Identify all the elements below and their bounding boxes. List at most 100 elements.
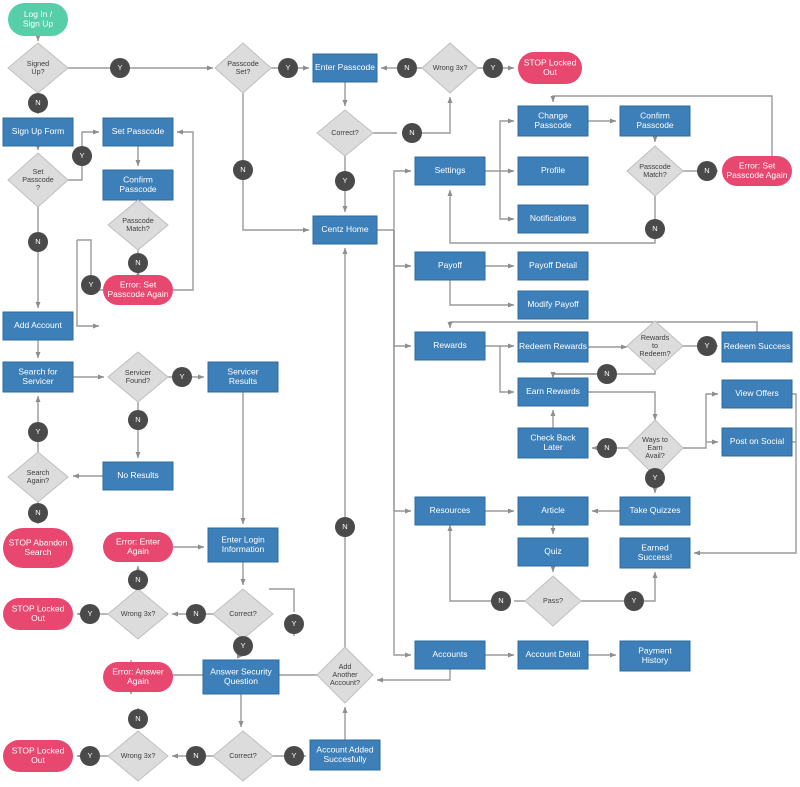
connector-n-c28: N bbox=[645, 219, 665, 239]
node-decision-n7[interactable]: Passcode Match? bbox=[107, 199, 169, 251]
node-decision-n31[interactable]: Wrong 3x? bbox=[421, 42, 479, 94]
node-process-n13[interactable]: No Results bbox=[102, 461, 174, 491]
node-process-n50[interactable]: Check Back Later bbox=[517, 427, 589, 459]
node-decision-n27[interactable]: Add Another Account? bbox=[316, 646, 374, 704]
connector-y-c34: Y bbox=[624, 591, 644, 611]
node-decision-n37[interactable]: Passcode Match? bbox=[626, 145, 684, 197]
node-stop-n17[interactable]: Error: Enter Again bbox=[103, 532, 173, 562]
node-stop-n32[interactable]: STOP Locked Out bbox=[518, 52, 582, 84]
svg-text:Wrong 3x?: Wrong 3x? bbox=[121, 609, 156, 618]
svg-text:Redeem Success: Redeem Success bbox=[724, 341, 791, 351]
node-process-n21[interactable]: Answer Security Question bbox=[202, 659, 280, 695]
svg-text:PaymentHistory: Payment History bbox=[638, 646, 672, 666]
node-process-n16[interactable]: Enter Login Information bbox=[207, 527, 279, 563]
connector-layer: Y N Y N N Y Y N Y N N N Y Y N N Y Y Y N Y N N Y N Y N N Y N N Y N Y bbox=[28, 58, 717, 766]
node-stop-n20[interactable]: STOP Locked Out bbox=[3, 598, 73, 630]
node-process-n36[interactable]: Confirm Passcode bbox=[619, 105, 691, 137]
node-process-n5[interactable]: Set Passcode bbox=[102, 117, 174, 147]
svg-text:N: N bbox=[404, 63, 409, 72]
node-process-n52[interactable]: Post on Social bbox=[721, 427, 793, 457]
node-stop-n15[interactable]: STOP Abandon Search bbox=[3, 528, 73, 568]
node-decision-n30[interactable]: Correct? bbox=[316, 109, 374, 157]
svg-text:N: N bbox=[135, 714, 140, 723]
node-process-n51[interactable]: View Offers bbox=[721, 379, 793, 409]
node-process-n57[interactable]: Earned Success! bbox=[619, 537, 691, 569]
node-decision-n49[interactable]: Ways to Earn Avail? bbox=[626, 419, 684, 477]
connector-y-c18: Y bbox=[284, 746, 304, 766]
node-process-n44[interactable]: Rewards bbox=[414, 331, 486, 361]
node-stop-n8[interactable]: Error: Set Passcode Again bbox=[103, 275, 173, 305]
node-process-n43[interactable]: Modify Payoff bbox=[517, 290, 589, 320]
node-process-n33[interactable]: Centz Home bbox=[312, 215, 378, 245]
node-decision-n4[interactable]: Set Passcode? bbox=[7, 152, 69, 208]
node-process-n48[interactable]: Earn Rewards bbox=[517, 377, 589, 407]
connector-n-c22: N bbox=[233, 160, 253, 180]
svg-text:Y: Y bbox=[179, 372, 184, 381]
svg-text:Y: Y bbox=[35, 427, 40, 436]
node-process-n56[interactable]: Quiz bbox=[517, 537, 589, 567]
node-process-n45[interactable]: Redeem Rewards bbox=[517, 331, 589, 363]
node-process-n47[interactable]: Redeem Success bbox=[721, 331, 793, 363]
node-process-n3[interactable]: Sign Up Form bbox=[2, 117, 74, 147]
node-decision-n18[interactable]: Correct? bbox=[212, 588, 274, 640]
svg-text:N: N bbox=[342, 522, 347, 531]
svg-text:Centz Home: Centz Home bbox=[321, 224, 369, 234]
node-process-n26[interactable]: Account Added Succesfully bbox=[309, 739, 381, 771]
node-decision-n28[interactable]: Passcode Set? bbox=[214, 42, 272, 94]
svg-text:N: N bbox=[35, 508, 40, 517]
node-process-n59[interactable]: Accounts bbox=[414, 640, 486, 670]
node-process-n61[interactable]: Payment History bbox=[619, 640, 691, 672]
svg-text:Log In /Sign Up: Log In / Sign Up bbox=[23, 9, 54, 29]
connector-n-c20: N bbox=[335, 517, 355, 537]
connector-n-c4: N bbox=[28, 232, 48, 252]
node-process-n60[interactable]: Account Detail bbox=[517, 640, 589, 670]
svg-text:Y: Y bbox=[342, 176, 347, 185]
node-process-n9[interactable]: Add Account bbox=[2, 311, 74, 341]
node-process-n6[interactable]: Confirm Passcode bbox=[102, 169, 174, 201]
svg-text:N: N bbox=[409, 128, 414, 137]
svg-text:N: N bbox=[35, 98, 40, 107]
node-process-n34[interactable]: Settings bbox=[414, 156, 486, 186]
connector-n-c8: N bbox=[128, 410, 148, 430]
node-process-n53[interactable]: Take Quizzes bbox=[619, 496, 691, 526]
svg-text:Rewards: Rewards bbox=[433, 340, 467, 350]
node-process-n41[interactable]: Payoff bbox=[414, 251, 486, 281]
svg-text:Profile: Profile bbox=[541, 165, 565, 175]
svg-text:View Offers: View Offers bbox=[735, 388, 779, 398]
svg-text:Enter LoginInformation: Enter Login Information bbox=[221, 535, 265, 555]
connector-n-c12: N bbox=[186, 604, 206, 624]
connector-n-c16: N bbox=[186, 746, 206, 766]
svg-text:SearchAgain?: Search Again? bbox=[27, 468, 50, 485]
node-stop-n38[interactable]: Error: Set Passcode Again bbox=[722, 156, 792, 186]
svg-text:Correct?: Correct? bbox=[229, 751, 257, 760]
node-stop-n22[interactable]: Error: Answer Again bbox=[103, 662, 173, 692]
node-stop-n25[interactable]: STOP Locked Out bbox=[3, 740, 73, 772]
connector-n-c5: N bbox=[128, 253, 148, 273]
node-process-n42[interactable]: Payoff Detail bbox=[517, 251, 589, 281]
node-decision-n14[interactable]: Search Again? bbox=[7, 451, 69, 503]
node-decision-n58[interactable]: Pass? bbox=[524, 575, 582, 627]
node-decision-n23[interactable]: Correct? bbox=[212, 730, 274, 782]
node-decision-n19[interactable]: Wrong 3x? bbox=[107, 588, 169, 640]
node-process-n12[interactable]: Servicer Results bbox=[207, 361, 279, 393]
node-decision-n11[interactable]: Servicer Found? bbox=[107, 351, 169, 403]
node-decision-n24[interactable]: Wrong 3x? bbox=[107, 730, 169, 782]
node-process-n55[interactable]: Article bbox=[517, 496, 589, 526]
flowchart-canvas: Log In / Sign Up Signed Up? Sign Up Form Set P… bbox=[0, 0, 800, 787]
svg-text:Quiz: Quiz bbox=[544, 546, 561, 556]
svg-text:Payoff: Payoff bbox=[438, 260, 463, 270]
node-process-n39[interactable]: Profile bbox=[517, 156, 589, 186]
svg-text:Search forServicer: Search for Servicer bbox=[18, 367, 57, 387]
svg-text:Pass?: Pass? bbox=[543, 596, 563, 605]
node-decision-n46[interactable]: Rewards to Redeem? bbox=[626, 320, 684, 372]
node-process-n54[interactable]: Resources bbox=[414, 496, 486, 526]
svg-text:Set Passcode: Set Passcode bbox=[112, 126, 165, 136]
node-decision-n2[interactable]: Signed Up? bbox=[7, 42, 69, 94]
svg-text:ServicerResults: Servicer Results bbox=[227, 367, 258, 387]
svg-text:Y: Y bbox=[490, 63, 495, 72]
node-start-n1[interactable]: Log In / Sign Up bbox=[8, 3, 68, 36]
node-process-n40[interactable]: Notifications bbox=[517, 204, 589, 234]
node-process-n29[interactable]: Enter Passcode bbox=[312, 53, 378, 83]
node-process-n35[interactable]: Change Passcode bbox=[517, 105, 589, 137]
node-process-n10[interactable]: Search for Servicer bbox=[2, 361, 74, 393]
